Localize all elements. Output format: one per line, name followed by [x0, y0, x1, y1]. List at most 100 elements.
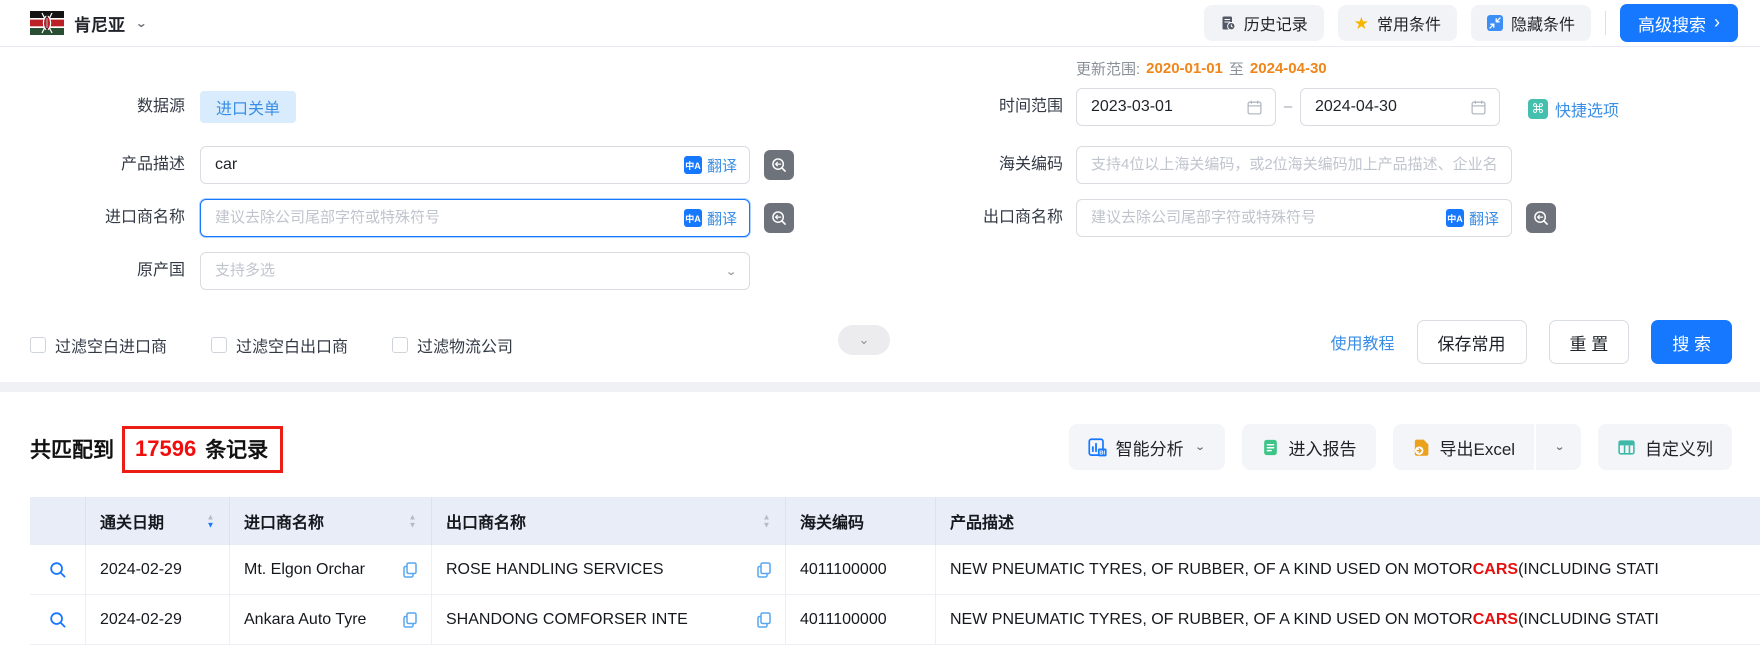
copy-icon[interactable] [755, 561, 773, 579]
customs-code-label: 海关编码 [860, 146, 1063, 184]
calendar-icon[interactable] [1470, 99, 1487, 116]
customs-code-input[interactable] [1089, 155, 1499, 175]
row-detail-cell [30, 595, 86, 644]
checkbox[interactable] [30, 337, 46, 353]
exporter-name[interactable]: ROSE HANDLING SERVICES [446, 561, 664, 579]
customize-columns-label: 自定义列 [1645, 435, 1713, 460]
bi-analysis-icon: BI [1088, 438, 1107, 457]
view-detail-icon[interactable] [48, 610, 68, 630]
origin-country-input[interactable] [213, 261, 717, 281]
sort-down-icon[interactable]: ▼ [207, 521, 215, 528]
sort-down-icon[interactable]: ▼ [409, 521, 417, 528]
importer-field[interactable]: 中A 翻译 [200, 199, 750, 237]
page: 肯尼亚 ⌄ 历史记录 ★ 常用条件 [0, 0, 1760, 646]
matched-count: 17596 [135, 436, 196, 462]
customs-code-field[interactable] [1076, 146, 1512, 184]
history-icon [1220, 15, 1236, 31]
search-button[interactable]: 搜 索 [1651, 320, 1732, 364]
tutorial-link[interactable]: 使用教程 [1331, 330, 1395, 354]
product-desc-cell: NEW PNEUMATIC TYRES, OF RUBBER, OF A KIN… [936, 545, 1760, 594]
topbar-actions: 历史记录 ★ 常用条件 隐藏条件 高级搜索 › [1204, 4, 1738, 42]
exporter-label: 出口商名称 [860, 199, 1063, 237]
matched-suffix: 条记录 [205, 434, 268, 464]
customize-columns-button[interactable]: 自定义列 [1598, 424, 1732, 470]
enter-report-button[interactable]: 进入报告 [1242, 424, 1376, 470]
star-icon: ★ [1354, 15, 1369, 32]
importer-name[interactable]: Mt. Elgon Orchar [244, 561, 365, 579]
importer-cell: Ankara Auto Tyre [230, 595, 432, 644]
report-icon [1261, 438, 1280, 457]
translate-label: 翻译 [1469, 208, 1499, 229]
divider [1605, 11, 1606, 35]
product-desc-label: 产品描述 [0, 146, 185, 184]
hide-conditions-button[interactable]: 隐藏条件 [1471, 5, 1591, 41]
export-excel-button[interactable]: 导出Excel [1393, 424, 1535, 470]
sort-control[interactable]: ▲ ▼ [206, 513, 215, 529]
search-mode-toggle-icon[interactable] [764, 203, 794, 233]
annotation-box: 17596 条记录 [122, 426, 283, 473]
desc-text: (INCLUDING STATI [1518, 611, 1659, 629]
sort-control[interactable]: ▲ ▼ [762, 513, 771, 529]
checkbox[interactable] [211, 337, 227, 353]
search-mode-toggle-icon[interactable] [1526, 203, 1556, 233]
translate-button[interactable]: 中A 翻译 [1446, 208, 1499, 229]
importer-input[interactable] [213, 208, 676, 228]
update-range-end: 2024-04-30 [1250, 60, 1327, 77]
exporter-name[interactable]: SHANDONG COMFORSER INTE [446, 611, 688, 629]
checkbox-label: 过滤物流公司 [417, 333, 513, 357]
copy-icon[interactable] [401, 561, 419, 579]
header-label: 出口商名称 [446, 509, 526, 533]
view-detail-icon[interactable] [48, 560, 68, 580]
advanced-search-button[interactable]: 高级搜索 › [1620, 4, 1738, 42]
exporter-input[interactable] [1089, 208, 1438, 228]
desc-highlight: CARS [1473, 561, 1518, 579]
importer-name[interactable]: Ankara Auto Tyre [244, 611, 366, 629]
sort-control[interactable]: ▲ ▼ [408, 513, 417, 529]
exporter-cell: ROSE HANDLING SERVICES [432, 545, 786, 594]
date-start-field[interactable] [1076, 88, 1276, 126]
save-common-button[interactable]: 保存常用 [1417, 320, 1527, 364]
date-start-input[interactable] [1089, 97, 1238, 117]
header-hs-code: 海关编码 [786, 497, 936, 545]
country-selector[interactable]: 肯尼亚 ⌄ [30, 11, 148, 36]
translate-icon: 中A [684, 209, 702, 227]
translate-label: 翻译 [707, 155, 737, 176]
translate-button[interactable]: 中A 翻译 [684, 155, 737, 176]
sort-down-icon[interactable]: ▼ [763, 521, 771, 528]
data-source-value-chip[interactable]: 进口关单 [200, 91, 296, 123]
translate-label: 翻译 [707, 208, 737, 229]
export-options-button[interactable]: ⌄ [1536, 424, 1581, 470]
search-mode-toggle-icon[interactable] [764, 150, 794, 180]
results-toolbar: BI 智能分析 ⌄ 进入报告 [1069, 424, 1732, 470]
filter-blank-importer[interactable]: 过滤空白进口商 [30, 333, 167, 357]
header-label: 海关编码 [800, 509, 864, 533]
origin-country-select[interactable]: ⌄ [200, 252, 750, 290]
product-desc-input[interactable] [213, 155, 676, 175]
product-desc-field[interactable]: 中A 翻译 [200, 146, 750, 184]
expand-collapse-button[interactable]: ⌄ [838, 325, 890, 355]
topbar: 肯尼亚 ⌄ 历史记录 ★ 常用条件 [0, 0, 1760, 47]
update-range-label: 更新范围: [1076, 58, 1140, 79]
quick-options-button[interactable]: ⌘ 快捷选项 [1528, 97, 1619, 121]
date-end-input[interactable] [1313, 97, 1462, 117]
copy-icon[interactable] [755, 611, 773, 629]
header-label: 通关日期 [100, 509, 164, 533]
filter-blank-exporter[interactable]: 过滤空白出口商 [211, 333, 348, 357]
filter-logistics-company[interactable]: 过滤物流公司 [392, 333, 513, 357]
copy-icon[interactable] [401, 611, 419, 629]
favorites-button[interactable]: ★ 常用条件 [1338, 5, 1457, 41]
desc-text: NEW PNEUMATIC TYRES, OF RUBBER, OF A KIN… [950, 561, 1473, 579]
date-end-field[interactable] [1300, 88, 1500, 126]
history-button-label: 历史记录 [1244, 11, 1308, 35]
reset-button[interactable]: 重 置 [1549, 320, 1630, 364]
table-row: 2024-02-29 Mt. Elgon Orchar ROSE HANDLIN… [30, 545, 1760, 595]
update-range-start: 2020-01-01 [1146, 60, 1223, 77]
translate-button[interactable]: 中A 翻译 [684, 208, 737, 229]
calendar-icon[interactable] [1246, 99, 1263, 116]
exporter-field[interactable]: 中A 翻译 [1076, 199, 1512, 237]
clearance-date: 2024-02-29 [100, 611, 182, 629]
table-row: 2024-02-29 Ankara Auto Tyre SHANDONG COM… [30, 595, 1760, 645]
history-button[interactable]: 历史记录 [1204, 5, 1324, 41]
smart-analysis-button[interactable]: BI 智能分析 ⌄ [1069, 424, 1225, 470]
checkbox[interactable] [392, 337, 408, 353]
